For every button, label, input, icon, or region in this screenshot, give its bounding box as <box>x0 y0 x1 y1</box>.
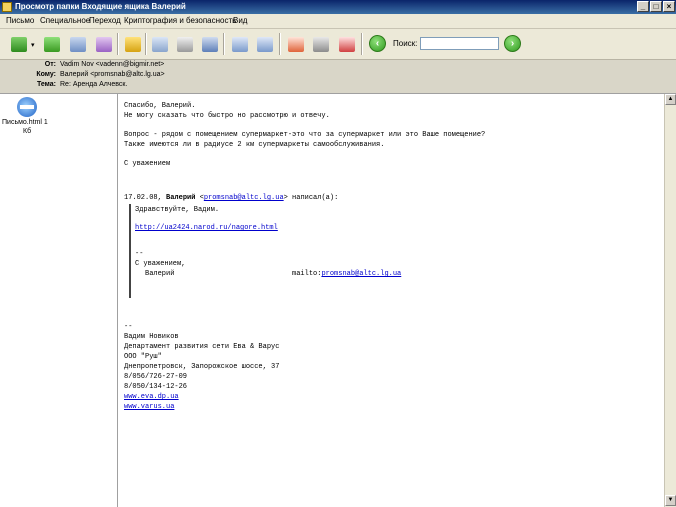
junk-button[interactable] <box>335 33 357 55</box>
menu-item-view[interactable]: Вид <box>233 16 247 25</box>
forward-icon <box>96 37 112 52</box>
minimize-button[interactable]: _ <box>637 1 649 12</box>
save-button[interactable] <box>198 33 220 55</box>
scroll-up-arrow-icon[interactable]: ▲ <box>665 94 676 105</box>
attachment-size: Кб <box>23 128 32 135</box>
signature-line: ООО "Руш" <box>124 353 162 361</box>
attachment-pane: Письмо.html 1 Кб <box>0 94 118 507</box>
quote-url-link[interactable]: http://ua2424.narod.ru/nagore.html <box>135 224 278 232</box>
varus-site-link[interactable]: www.varus.ua <box>124 403 174 411</box>
vertical-scrollbar[interactable]: ▲ ▼ <box>664 94 676 507</box>
toolbar: ▾ ‹ Поиск: › <box>0 29 676 60</box>
body-line: Не могу сказать что быстро но рассмотрю … <box>124 112 330 120</box>
body-line: Спасибо, Валерий. <box>124 102 196 110</box>
quote-line: С уважением, <box>135 260 186 268</box>
search-label: Поиск: <box>393 39 418 48</box>
quote-header: 17.02.08, Валерий <promsnab@altc.lg.ua> … <box>124 194 339 202</box>
quote-author: Валерий <box>166 194 196 202</box>
search-input[interactable] <box>420 37 499 50</box>
quote-sig-email-link[interactable]: promsnab@altc.lg.ua <box>321 270 401 278</box>
quote-link-line: http://ua2424.narod.ru/nagore.html <box>135 224 278 232</box>
print-button[interactable] <box>173 33 195 55</box>
internet-explorer-icon[interactable] <box>17 97 37 117</box>
get-mail-icon <box>11 37 27 52</box>
envelope-next-icon <box>257 37 273 52</box>
attachment-name[interactable]: Письмо.html 1 <box>2 119 48 126</box>
magnifier-icon <box>152 37 168 52</box>
dropdown-arrow-icon[interactable]: ▾ <box>31 41 35 49</box>
menu-bar: Письмо Специальное Переход Криптография … <box>0 14 676 29</box>
quote-line: -- <box>135 250 144 258</box>
signature-line: 8/056/726-27-09 <box>124 373 188 381</box>
from-label: От: <box>44 61 56 68</box>
to-value[interactable]: Валерий <promsnab@altc.lg.ua> <box>60 71 165 78</box>
quote-date: 17.02.08, <box>124 194 167 202</box>
menu-item-special[interactable]: Специальное <box>40 16 90 25</box>
quote-bar <box>129 204 131 298</box>
get-mail-button[interactable] <box>7 33 29 55</box>
previous-message-button[interactable] <box>228 33 250 55</box>
address-book-icon <box>125 37 141 52</box>
from-value[interactable]: Vadim Nov <vadenn@bigmir.net> <box>60 61 164 68</box>
back-button[interactable]: ‹ <box>369 35 386 52</box>
trash-icon <box>313 37 329 52</box>
address-book-button[interactable] <box>121 33 143 55</box>
window-title: Просмотр папки Входящие ящика Валерий <box>15 2 186 11</box>
folder-icon <box>2 2 12 12</box>
envelope-mark-icon <box>288 37 304 52</box>
delete-button[interactable] <box>309 33 331 55</box>
search-go-button[interactable]: › <box>504 35 521 52</box>
menu-item-crypto[interactable]: Криптография и безопасность <box>124 16 236 25</box>
mark-button[interactable] <box>284 33 306 55</box>
body-line: Вопрос - рядом с помещением супермаркет-… <box>124 131 486 139</box>
body-line: С уважением <box>124 160 171 168</box>
signature-line: 8/050/134-12-26 <box>124 383 188 391</box>
body-line: Также имеются ли в радиусе 2 км супермар… <box>124 141 385 149</box>
close-button[interactable]: × <box>663 1 675 12</box>
quote-email-link[interactable]: promsnab@altc.lg.ua <box>204 194 284 202</box>
signature-line: -- <box>124 323 133 331</box>
find-button[interactable] <box>148 33 170 55</box>
subject-label: Тема: <box>36 81 56 88</box>
maximize-button[interactable]: □ <box>650 1 662 12</box>
compose-button[interactable] <box>66 33 88 55</box>
signature-line: Вадим Новиков <box>124 333 179 341</box>
reply-all-button[interactable] <box>40 33 62 55</box>
signature-link-line: www.eva.dp.ua <box>124 393 179 401</box>
quote-sig-line: Валерий mailto:promsnab@altc.lg.ua <box>145 270 402 278</box>
quote-line: Здравствуйте, Вадим. <box>135 206 220 214</box>
eva-site-link[interactable]: www.eva.dp.ua <box>124 393 179 401</box>
signature-line: Департамент развития сети Ева & Варус <box>124 343 280 351</box>
message-header: От: Vadim Nov <vadenn@bigmir.net> Кому: … <box>0 60 676 94</box>
menu-item-go[interactable]: Переход <box>89 16 121 25</box>
printer-icon <box>177 37 193 52</box>
envelope-junk-icon <box>339 37 355 52</box>
to-label: Кому: <box>36 71 56 78</box>
reply-all-icon <box>44 37 60 52</box>
signature-line: Днепропетровск, Запорожское шоссе, 37 <box>124 363 280 371</box>
subject-value: Re: Аренда Алчевск. <box>60 81 128 88</box>
signature-link-line: www.varus.ua <box>124 403 174 411</box>
title-bar: Просмотр папки Входящие ящика Валерий _ … <box>0 0 676 14</box>
scroll-down-arrow-icon[interactable]: ▼ <box>665 495 676 506</box>
forward-button[interactable] <box>92 33 114 55</box>
save-icon <box>202 37 218 52</box>
menu-item-letter[interactable]: Письмо <box>6 16 34 25</box>
next-message-button[interactable] <box>253 33 275 55</box>
envelope-back-icon <box>232 37 248 52</box>
compose-icon <box>70 37 86 52</box>
message-body: Спасибо, Валерий. Не могу сказать что бы… <box>118 94 664 507</box>
